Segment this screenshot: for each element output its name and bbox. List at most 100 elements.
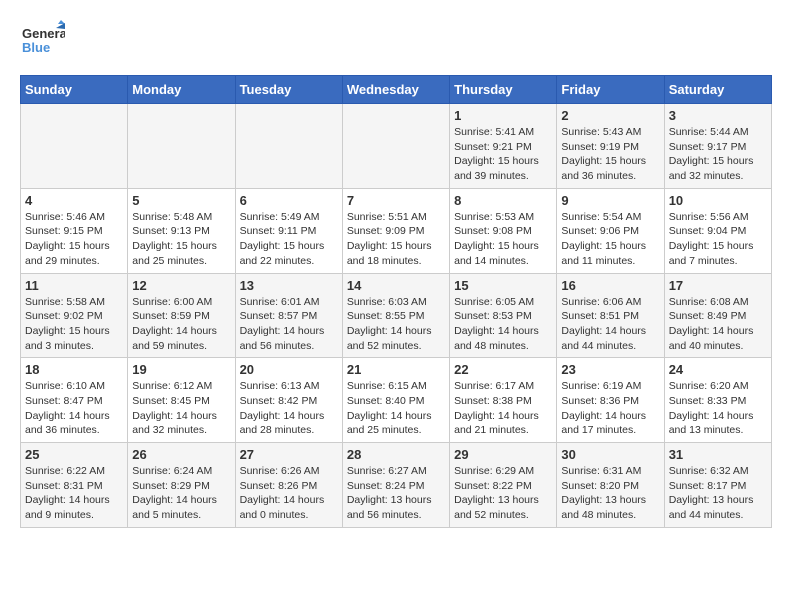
calendar-cell: 17 Sunrise: 6:08 AMSunset: 8:49 PMDayligh… [664,273,771,358]
week-row-2: 11 Sunrise: 5:58 AMSunset: 9:02 PMDayligh… [21,273,772,358]
day-number: 2 [561,108,659,123]
day-info: Sunrise: 6:12 AMSunset: 8:45 PMDaylight:… [132,379,230,438]
calendar-cell: 13 Sunrise: 6:01 AMSunset: 8:57 PMDayligh… [235,273,342,358]
day-number: 28 [347,447,445,462]
day-number: 17 [669,278,767,293]
svg-text:Blue: Blue [22,40,50,55]
calendar-body: 1Sunrise: 5:41 AMSunset: 9:21 PMDaylight… [21,104,772,528]
calendar-cell: 12Sunrise: 6:00 AMSunset: 8:59 PMDayligh… [128,273,235,358]
header-saturday: Saturday [664,76,771,104]
day-number: 11 [25,278,123,293]
week-row-3: 18Sunrise: 6:10 AMSunset: 8:47 PMDayligh… [21,358,772,443]
day-number: 13 [240,278,338,293]
day-number: 22 [454,362,552,377]
day-number: 14 [347,278,445,293]
day-info: Sunrise: 5:53 AMSunset: 9:08 PMDaylight:… [454,210,552,269]
header-wednesday: Wednesday [342,76,449,104]
header-thursday: Thursday [450,76,557,104]
calendar-cell: 7 Sunrise: 5:51 AMSunset: 9:09 PMDaylight… [342,188,449,273]
day-number: 9 [561,193,659,208]
calendar-cell: 27Sunrise: 6:26 AMSunset: 8:26 PMDayligh… [235,443,342,528]
calendar-cell: 16Sunrise: 6:06 AMSunset: 8:51 PMDayligh… [557,273,664,358]
calendar-cell: 5Sunrise: 5:48 AMSunset: 9:13 PMDaylight… [128,188,235,273]
calendar-cell: 15 Sunrise: 6:05 AMSunset: 8:53 PMDayligh… [450,273,557,358]
calendar-cell: 25 Sunrise: 6:22 AMSunset: 8:31 PMDayligh… [21,443,128,528]
day-info: Sunrise: 6:26 AMSunset: 8:26 PMDaylight:… [240,464,338,523]
calendar-cell [342,104,449,189]
day-number: 26 [132,447,230,462]
calendar-cell: 24 Sunrise: 6:20 AMSunset: 8:33 PMDayligh… [664,358,771,443]
day-number: 3 [669,108,767,123]
day-number: 23 [561,362,659,377]
header: General Blue [20,20,772,65]
calendar-cell: 20Sunrise: 6:13 AMSunset: 8:42 PMDayligh… [235,358,342,443]
calendar-cell: 11 Sunrise: 5:58 AMSunset: 9:02 PMDayligh… [21,273,128,358]
day-info: Sunrise: 6:32 AMSunset: 8:17 PMDaylight:… [669,464,767,523]
calendar-cell: 31 Sunrise: 6:32 AMSunset: 8:17 PMDayligh… [664,443,771,528]
day-number: 4 [25,193,123,208]
day-info: Sunrise: 5:48 AMSunset: 9:13 PMDaylight:… [132,210,230,269]
day-number: 1 [454,108,552,123]
calendar-cell: 29Sunrise: 6:29 AMSunset: 8:22 PMDayligh… [450,443,557,528]
header-sunday: Sunday [21,76,128,104]
calendar-cell: 19 Sunrise: 6:12 AMSunset: 8:45 PMDayligh… [128,358,235,443]
day-info: Sunrise: 6:17 AMSunset: 8:38 PMDaylight:… [454,379,552,438]
calendar-cell: 4 Sunrise: 5:46 AMSunset: 9:15 PMDaylight… [21,188,128,273]
calendar-cell [21,104,128,189]
week-row-1: 4 Sunrise: 5:46 AMSunset: 9:15 PMDaylight… [21,188,772,273]
logo-svg: General Blue [20,20,65,65]
calendar-cell [235,104,342,189]
day-info: Sunrise: 5:43 AMSunset: 9:19 PMDaylight:… [561,125,659,184]
day-number: 25 [25,447,123,462]
day-number: 31 [669,447,767,462]
day-info: Sunrise: 6:00 AMSunset: 8:59 PMDaylight:… [132,295,230,354]
calendar-header: SundayMondayTuesdayWednesdayThursdayFrid… [21,76,772,104]
day-number: 19 [132,362,230,377]
calendar-cell: 18Sunrise: 6:10 AMSunset: 8:47 PMDayligh… [21,358,128,443]
day-number: 24 [669,362,767,377]
calendar-cell: 6 Sunrise: 5:49 AMSunset: 9:11 PMDaylight… [235,188,342,273]
day-number: 15 [454,278,552,293]
calendar-cell: 10Sunrise: 5:56 AMSunset: 9:04 PMDayligh… [664,188,771,273]
calendar-cell: 30 Sunrise: 6:31 AMSunset: 8:20 PMDayligh… [557,443,664,528]
day-info: Sunrise: 5:51 AMSunset: 9:09 PMDaylight:… [347,210,445,269]
day-number: 6 [240,193,338,208]
day-info: Sunrise: 6:13 AMSunset: 8:42 PMDaylight:… [240,379,338,438]
day-number: 8 [454,193,552,208]
week-row-4: 25 Sunrise: 6:22 AMSunset: 8:31 PMDayligh… [21,443,772,528]
calendar-cell: 8 Sunrise: 5:53 AMSunset: 9:08 PMDaylight… [450,188,557,273]
header-friday: Friday [557,76,664,104]
day-info: Sunrise: 6:01 AMSunset: 8:57 PMDaylight:… [240,295,338,354]
header-tuesday: Tuesday [235,76,342,104]
calendar-cell: 9 Sunrise: 5:54 AMSunset: 9:06 PMDaylight… [557,188,664,273]
day-info: Sunrise: 6:20 AMSunset: 8:33 PMDaylight:… [669,379,767,438]
calendar-cell [128,104,235,189]
day-info: Sunrise: 6:24 AMSunset: 8:29 PMDaylight:… [132,464,230,523]
day-info: Sunrise: 5:44 AMSunset: 9:17 PMDaylight:… [669,125,767,184]
day-number: 7 [347,193,445,208]
day-info: Sunrise: 6:27 AMSunset: 8:24 PMDaylight:… [347,464,445,523]
calendar-cell: 14 Sunrise: 6:03 AMSunset: 8:55 PMDayligh… [342,273,449,358]
calendar-cell: 21Sunrise: 6:15 AMSunset: 8:40 PMDayligh… [342,358,449,443]
day-info: Sunrise: 6:22 AMSunset: 8:31 PMDaylight:… [25,464,123,523]
calendar-cell: 28 Sunrise: 6:27 AMSunset: 8:24 PMDayligh… [342,443,449,528]
day-info: Sunrise: 5:58 AMSunset: 9:02 PMDaylight:… [25,295,123,354]
day-info: Sunrise: 6:06 AMSunset: 8:51 PMDaylight:… [561,295,659,354]
logo: General Blue [20,20,65,65]
day-number: 30 [561,447,659,462]
day-info: Sunrise: 6:31 AMSunset: 8:20 PMDaylight:… [561,464,659,523]
day-number: 29 [454,447,552,462]
calendar-cell: 22 Sunrise: 6:17 AMSunset: 8:38 PMDayligh… [450,358,557,443]
calendar-cell: 2 Sunrise: 5:43 AMSunset: 9:19 PMDaylight… [557,104,664,189]
week-row-0: 1Sunrise: 5:41 AMSunset: 9:21 PMDaylight… [21,104,772,189]
day-info: Sunrise: 6:03 AMSunset: 8:55 PMDaylight:… [347,295,445,354]
day-info: Sunrise: 5:56 AMSunset: 9:04 PMDaylight:… [669,210,767,269]
day-info: Sunrise: 5:46 AMSunset: 9:15 PMDaylight:… [25,210,123,269]
day-info: Sunrise: 6:08 AMSunset: 8:49 PMDaylight:… [669,295,767,354]
day-info: Sunrise: 6:05 AMSunset: 8:53 PMDaylight:… [454,295,552,354]
calendar-cell: 1Sunrise: 5:41 AMSunset: 9:21 PMDaylight… [450,104,557,189]
day-info: Sunrise: 5:54 AMSunset: 9:06 PMDaylight:… [561,210,659,269]
calendar-cell: 26 Sunrise: 6:24 AMSunset: 8:29 PMDayligh… [128,443,235,528]
calendar-table: SundayMondayTuesdayWednesdayThursdayFrid… [20,75,772,528]
day-info: Sunrise: 5:49 AMSunset: 9:11 PMDaylight:… [240,210,338,269]
